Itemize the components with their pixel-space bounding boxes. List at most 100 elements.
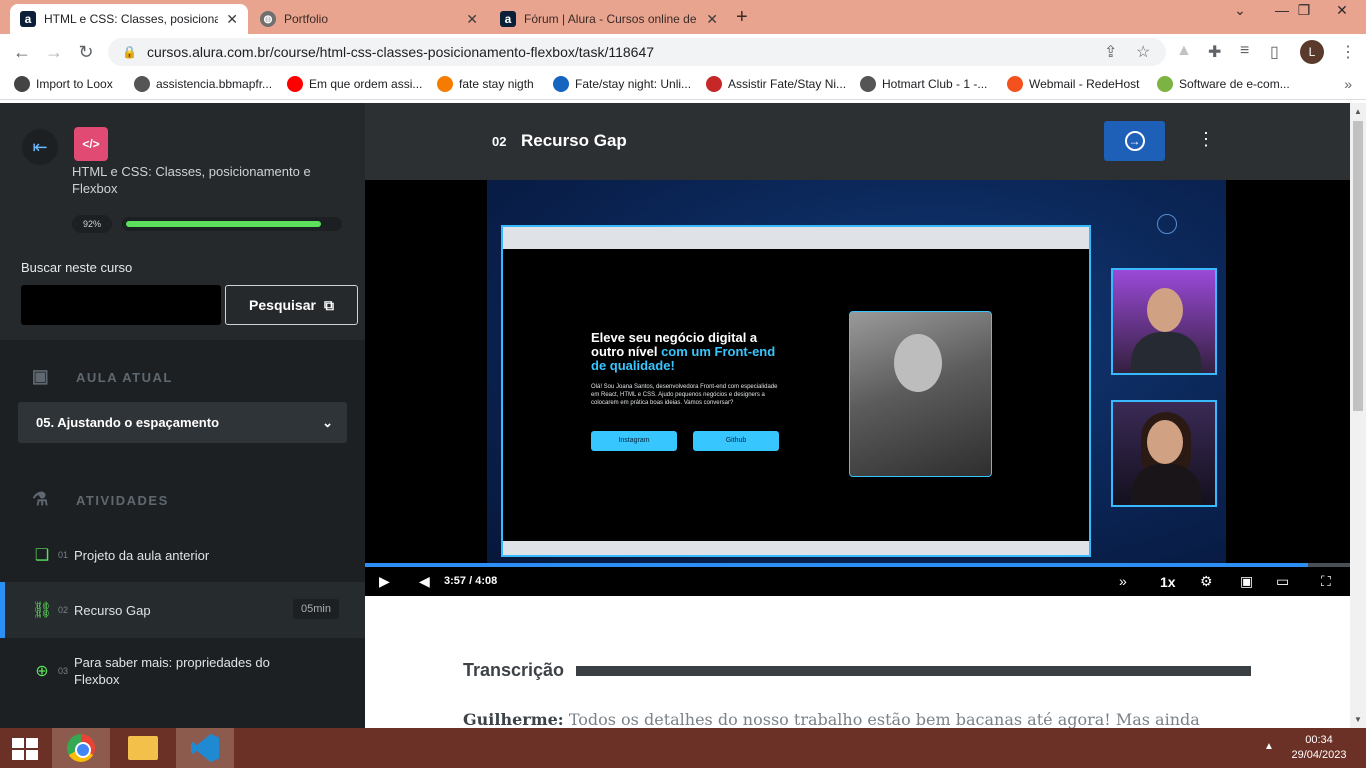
current-lesson-label: 05. Ajustando o espaçamento (36, 415, 220, 430)
chrome-icon (67, 734, 95, 762)
transcript-body: Todos os detalhes do nosso trabalho estã… (568, 710, 1200, 728)
github-button: Github (693, 431, 779, 451)
browser-tab-portfolio[interactable]: ◍ Portfolio ✕ (250, 4, 488, 34)
kebab-menu-icon[interactable]: ⋮ (1340, 42, 1356, 62)
bookmark-item[interactable]: Fate/stay night: Unli... (553, 76, 691, 92)
tab-search-button[interactable]: ⌄ (1220, 2, 1260, 19)
bookmark-item[interactable]: Em que ordem assi... (287, 76, 422, 92)
volume-icon[interactable]: ◀ (419, 573, 430, 590)
clock-date: 29/04/2023 (1291, 749, 1347, 761)
profile-avatar[interactable]: L (1300, 40, 1324, 64)
activity-number: 02 (58, 605, 69, 615)
taskbar-chrome[interactable] (52, 728, 110, 768)
recorded-browser-bar (503, 227, 1089, 249)
back-button[interactable]: ⇤ (22, 129, 58, 165)
progress-bar (122, 217, 342, 231)
scrollbar-thumb[interactable] (1353, 121, 1363, 411)
side-panel-icon[interactable]: ▯ (1270, 42, 1279, 62)
bookmark-item[interactable]: Hotmart Club - 1 -... (860, 76, 987, 92)
book-icon: ▣ (31, 366, 51, 386)
address-bar[interactable]: 🔒 cursos.alura.com.br/course/html-css-cl… (108, 38, 1166, 66)
progress-percent: 92% (72, 215, 112, 233)
profile-photo (849, 311, 992, 477)
gear-icon[interactable]: ⚙ (1200, 573, 1213, 590)
theater-mode-icon[interactable]: ▭ (1276, 573, 1289, 590)
browser-tab-course[interactable]: a HTML e CSS: Classes, posicionam ✕ (10, 4, 248, 34)
globe-icon (860, 76, 876, 92)
time-display: 3:57 / 4:08 (444, 575, 497, 587)
current-lesson-dropdown[interactable]: 05. Ajustando o espaçamento ⌄ (18, 402, 347, 443)
star-icon[interactable]: ☆ (1136, 42, 1150, 62)
new-tab-button[interactable]: + (736, 6, 748, 29)
close-icon[interactable]: ✕ (706, 11, 718, 28)
scroll-down-icon[interactable]: ▼ (1354, 715, 1362, 724)
bookmark-item[interactable]: assistencia.bbmapfr... (134, 76, 272, 92)
reload-icon[interactable]: ↻ (74, 40, 98, 64)
collapse-arrow-icon: ⇤ (32, 136, 48, 157)
play-icon[interactable]: ▶ (379, 573, 390, 590)
restore-button[interactable]: ❐ (1284, 2, 1324, 19)
webcam-face (1147, 420, 1183, 464)
section-label: AULA ATUAL (76, 369, 173, 385)
activity-item-active[interactable]: ⛓ 02 Recurso Gap 05min (0, 582, 365, 638)
windows-taskbar: ▲ 00:34 29/04/2023 (0, 728, 1366, 768)
transcript-text: Guilherme: Todos os detalhes do nosso tr… (463, 709, 1223, 728)
windows-start-button[interactable] (12, 738, 38, 760)
playback-speed[interactable]: 1x (1160, 574, 1176, 590)
alura-icon: a (500, 11, 516, 27)
bookmark-item[interactable]: Import to Loox (14, 76, 113, 92)
chevron-right-icon[interactable]: » (1344, 76, 1352, 92)
lesson-title: Recurso Gap (521, 131, 627, 150)
recorded-screen: Eleve seu negócio digital a outro nível … (501, 225, 1091, 557)
bookmark-item[interactable]: Assistir Fate/Stay Ni... (706, 76, 846, 92)
taskbar-file-explorer[interactable] (114, 728, 172, 768)
fullscreen-icon[interactable]: ⛶ (1321, 573, 1331, 590)
folder-icon (128, 736, 158, 760)
tray-chevron-up-icon[interactable]: ▲ (1264, 741, 1274, 752)
puzzle-icon[interactable]: ✚ (1208, 42, 1221, 62)
bookmarks-bar: Import to Loox assistencia.bbmapfr... Em… (0, 70, 1366, 100)
bookmark-item[interactable]: fate stay nigth (437, 76, 534, 92)
search-button[interactable]: Pesquisar ⧉ (225, 285, 358, 325)
webcam-body (1131, 332, 1201, 373)
bookmark-label: Em que ordem assi... (309, 77, 423, 91)
bookmark-item[interactable]: Software de e-com... (1157, 76, 1290, 92)
extension-icon[interactable]: ▲ (1176, 42, 1192, 60)
video-duration: 4:08 (475, 575, 498, 587)
bookmark-icon (1007, 76, 1023, 92)
bookmark-label: Fate/stay night: Unli... (575, 77, 692, 91)
next-lesson-button[interactable]: → (1104, 121, 1165, 161)
browser-tab-bar: a HTML e CSS: Classes, posicionam ✕ ◍ Po… (0, 0, 1366, 34)
activity-item[interactable]: ❑ 01 Projeto da aula anterior (0, 527, 365, 583)
bookmark-label: Import to Loox (36, 77, 113, 91)
back-icon[interactable]: ← (10, 40, 34, 64)
system-clock[interactable]: 00:34 29/04/2023 (1284, 733, 1354, 763)
arrow-right-icon: → (1124, 131, 1145, 151)
external-link-icon: ⧉ (323, 296, 334, 313)
forward-icon[interactable]: → (42, 40, 66, 64)
bookmark-label: Assistir Fate/Stay Ni... (728, 77, 847, 91)
picture-in-picture-icon[interactable]: ▣ (1240, 573, 1253, 590)
search-input[interactable] (21, 285, 221, 325)
clock-time: 00:34 (1305, 734, 1333, 746)
windows-logo-pane (26, 738, 38, 748)
activity-number: 03 (58, 666, 69, 676)
share-icon[interactable]: ⇪ (1104, 42, 1117, 62)
kebab-menu-icon[interactable]: ⋮ (1197, 129, 1215, 150)
scroll-up-icon[interactable]: ▲ (1354, 107, 1362, 116)
video-player[interactable]: Eleve seu negócio digital a outro nível … (365, 180, 1350, 596)
activity-item[interactable]: ⊕ 03 Para saber mais: propriedades do Fl… (0, 643, 365, 699)
taskbar-vscode[interactable] (176, 728, 234, 768)
media-icon[interactable]: ≡ (1240, 42, 1249, 60)
activity-number: 01 (58, 550, 69, 560)
close-icon[interactable]: ✕ (466, 11, 478, 28)
browser-tab-forum[interactable]: a Fórum | Alura - Cursos online de ✕ (490, 4, 728, 34)
lesson-number: 02 (492, 134, 507, 149)
close-window-button[interactable]: ✕ (1322, 2, 1362, 19)
close-icon[interactable]: ✕ (226, 11, 238, 28)
transcript-heading: Transcrição (463, 660, 1251, 681)
skip-forward-icon[interactable]: » (1119, 573, 1127, 589)
page-scrollbar[interactable]: ▲ ▼ (1350, 103, 1366, 728)
bookmark-item[interactable]: Webmail - RedeHost (1007, 76, 1139, 92)
bookmark-label: Software de e-com... (1179, 77, 1290, 91)
